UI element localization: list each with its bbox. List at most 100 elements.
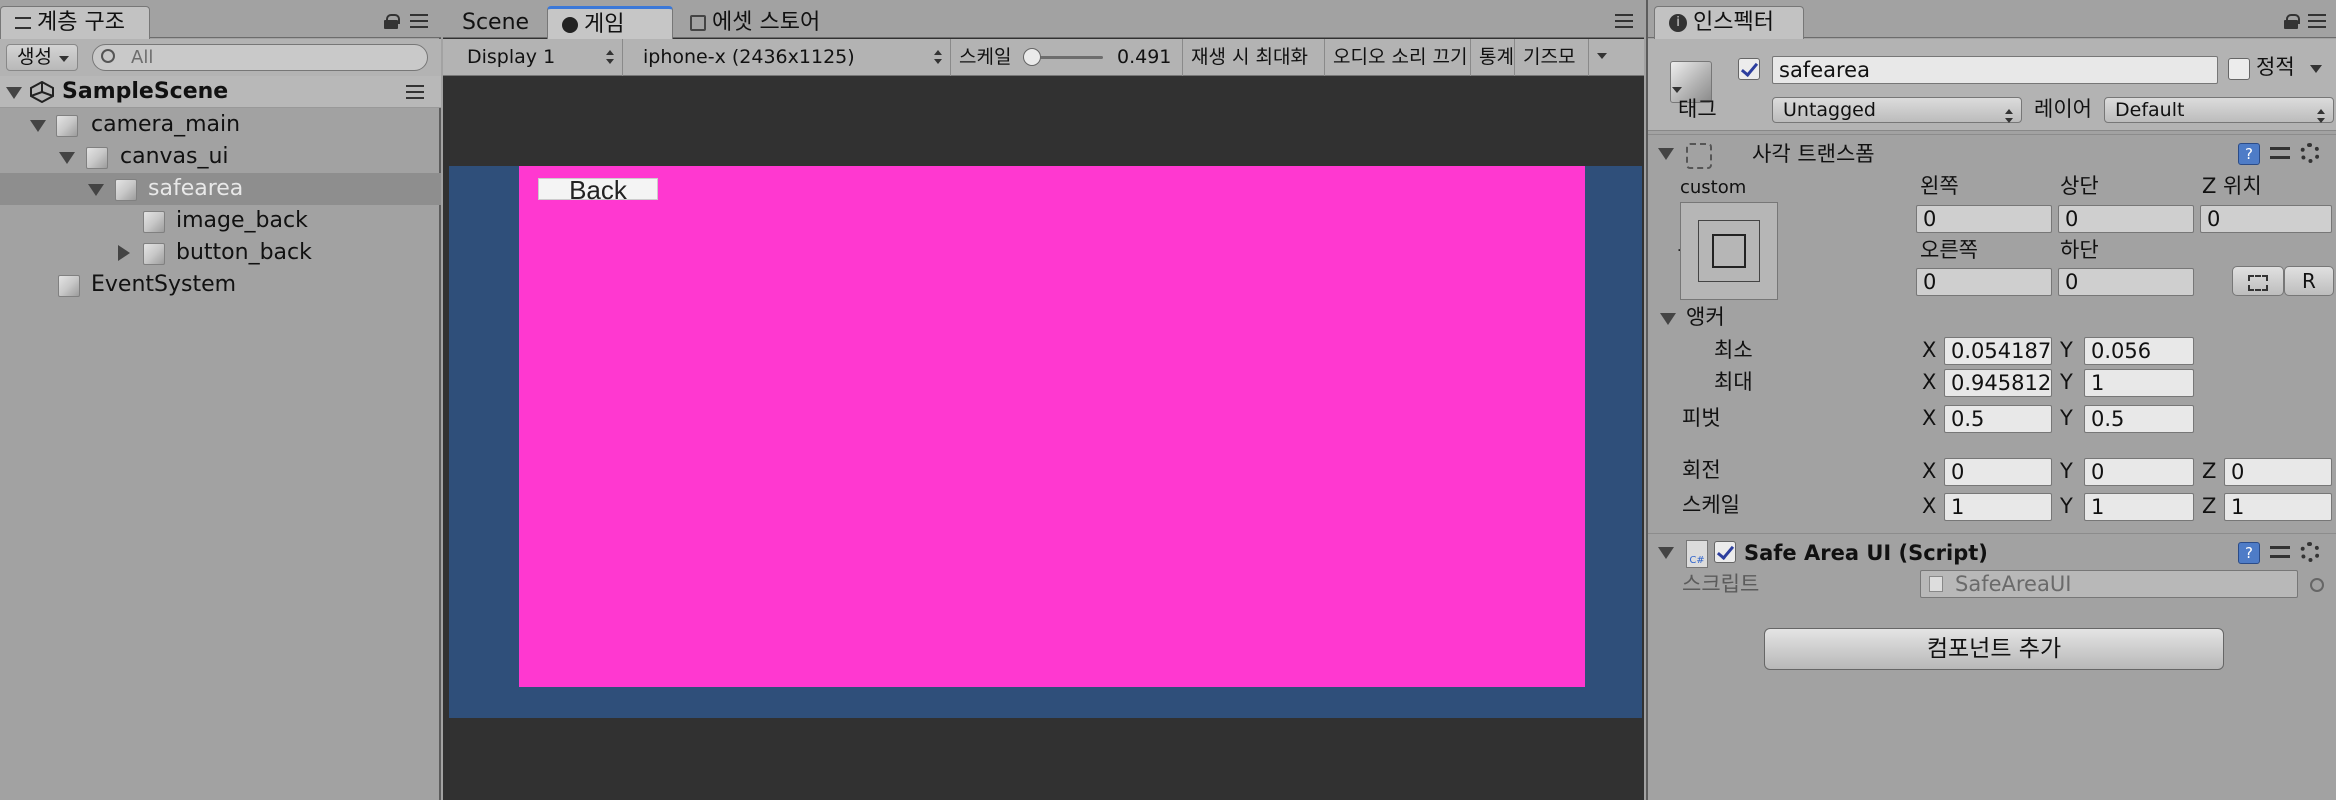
collapse-arrow-icon[interactable]: [1658, 547, 1674, 559]
stats-toggle[interactable]: 통계: [1471, 39, 1515, 76]
blueprint-icon: [2248, 274, 2268, 291]
expand-arrow-icon[interactable]: [59, 152, 75, 164]
anchor-max-x-field[interactable]: 0.945812: [1944, 369, 2052, 397]
mute-audio-toggle[interactable]: 오디오 소리 끄기: [1325, 39, 1471, 76]
scene-row[interactable]: SampleScene: [0, 76, 441, 108]
static-checkbox[interactable]: [2228, 58, 2250, 80]
tag-label: 태그: [1678, 97, 1717, 121]
posz-field[interactable]: 0: [2200, 205, 2332, 233]
maximize-on-play-toggle[interactable]: 재생 시 최대화: [1183, 39, 1325, 76]
toggle-label: 통계: [1479, 46, 1514, 68]
right-field[interactable]: 0: [1916, 268, 2052, 296]
object-name-field[interactable]: safearea: [1772, 56, 2218, 84]
anchor-min-y-field[interactable]: 0.056: [2084, 337, 2194, 365]
panel-menu-icon[interactable]: [410, 14, 428, 28]
lock-icon[interactable]: [2284, 14, 2300, 29]
static-dropdown-arrow-icon[interactable]: [2310, 65, 2322, 79]
help-icon[interactable]: ?: [2238, 143, 2260, 165]
back-button[interactable]: Back: [538, 177, 658, 203]
presets-icon[interactable]: [2270, 143, 2290, 163]
expand-arrow-icon[interactable]: [88, 184, 104, 196]
tab-asset-store[interactable]: 에셋 스토어: [675, 6, 875, 39]
updown-arrow-icon: [934, 50, 942, 64]
blueprint-mode-button[interactable]: [2232, 266, 2284, 296]
anchor-max-y-field[interactable]: 1: [2084, 369, 2194, 397]
pivot-x-field[interactable]: 0.5: [1944, 405, 2052, 433]
anchors-collapse-arrow-icon[interactable]: [1660, 313, 1676, 325]
expand-arrow-icon[interactable]: [6, 87, 22, 99]
game-controller-icon: [562, 17, 578, 33]
top-field[interactable]: 0: [2058, 205, 2194, 233]
anchor-max-label: 최대: [1714, 370, 1753, 394]
anchor-presets-button[interactable]: [1680, 202, 1778, 300]
expand-arrow-icon[interactable]: [30, 120, 46, 132]
resolution-value: iphone-x (2436x1125): [643, 46, 855, 68]
axis-z-label: Z: [2202, 494, 2217, 518]
search-icon: [101, 49, 115, 63]
panel-menu-icon[interactable]: [2308, 14, 2326, 28]
axis-x-label: X: [1922, 406, 1937, 430]
right-label: 오른쪽: [1920, 238, 1978, 262]
raw-edit-button[interactable]: R: [2284, 266, 2334, 296]
active-checkbox[interactable]: [1738, 58, 1760, 80]
gear-icon[interactable]: [2300, 542, 2320, 562]
gameobject-cube-icon: [143, 211, 165, 233]
tab-inspector[interactable]: i 인스펙터: [1654, 6, 1804, 39]
create-label: 생성: [17, 46, 52, 68]
hierarchy-item-canvas-ui[interactable]: canvas_ui: [0, 141, 441, 173]
tab-hierarchy[interactable]: 계층 구조: [0, 6, 150, 39]
lock-icon[interactable]: [384, 14, 400, 29]
hierarchy-item-label: canvas_ui: [120, 144, 229, 169]
rotation-z-field[interactable]: 0: [2224, 458, 2332, 486]
tag-dropdown[interactable]: Untagged: [1772, 97, 2022, 123]
pivot-label: 피벗: [1682, 406, 1721, 430]
rotation-y-field[interactable]: 0: [2084, 458, 2194, 486]
pivot-y-field[interactable]: 0.5: [2084, 405, 2194, 433]
layer-dropdown[interactable]: Default: [2104, 97, 2334, 123]
axis-x-label: X: [1922, 338, 1937, 362]
resolution-dropdown[interactable]: iphone-x (2436x1125): [623, 39, 951, 76]
gear-icon[interactable]: [2300, 143, 2320, 163]
object-picker-icon[interactable]: [2310, 578, 2324, 592]
panel-menu-icon[interactable]: [1615, 14, 1633, 28]
anchor-min-x-field[interactable]: 0.054187: [1944, 337, 2052, 365]
hierarchy-search-input[interactable]: All: [92, 44, 428, 71]
scale-x-field[interactable]: 1: [1944, 493, 2052, 521]
hierarchy-item-safearea[interactable]: safearea: [0, 173, 441, 205]
gizmos-dropdown[interactable]: [1589, 39, 1617, 76]
axis-y-label: Y: [2060, 494, 2073, 518]
collapse-arrow-icon[interactable]: [1658, 148, 1674, 160]
inspector-tab-strip: i 인스펙터: [1648, 0, 2336, 39]
presets-icon[interactable]: [2270, 542, 2290, 562]
gameobject-cube-icon: [56, 115, 78, 137]
hierarchy-item-camera-main[interactable]: camera_main: [0, 109, 441, 141]
create-dropdown-button[interactable]: 생성: [6, 44, 78, 71]
script-component-header[interactable]: C# Safe Area UI (Script) ?: [1648, 533, 2336, 571]
tab-scene[interactable]: Scene: [447, 6, 547, 39]
hierarchy-item-button-back[interactable]: button_back: [0, 237, 441, 269]
display-dropdown[interactable]: Display 1: [443, 39, 623, 76]
add-component-label: 컴포넌트 추가: [1926, 636, 2062, 662]
collapsed-arrow-icon[interactable]: [118, 245, 130, 261]
add-component-button[interactable]: 컴포넌트 추가: [1764, 628, 2224, 670]
tab-game[interactable]: 게임: [547, 6, 673, 39]
hierarchy-tab-strip: 계층 구조: [0, 0, 441, 39]
scale-y-field[interactable]: 1: [2084, 493, 2194, 521]
rotation-x-field[interactable]: 0: [1944, 458, 2052, 486]
info-icon: i: [1669, 14, 1687, 32]
bottom-field[interactable]: 0: [2058, 268, 2194, 296]
hierarchy-item-eventsystem[interactable]: EventSystem: [0, 269, 441, 301]
anchors-label: 앵커: [1686, 305, 1725, 329]
axis-y-label: Y: [2060, 338, 2073, 362]
rect-transform-header[interactable]: 사각 트랜스폼 ?: [1648, 134, 2336, 172]
scene-menu-icon[interactable]: [406, 85, 424, 99]
hierarchy-item-image-back[interactable]: image_back: [0, 205, 441, 237]
hierarchy-item-label: camera_main: [91, 112, 241, 137]
gizmos-toggle[interactable]: 기즈모: [1515, 39, 1589, 76]
script-enabled-checkbox[interactable]: [1714, 541, 1736, 563]
scale-z-field[interactable]: 1: [2224, 493, 2332, 521]
left-field[interactable]: 0: [1916, 205, 2052, 233]
tab-label: 게임: [584, 12, 625, 37]
scale-slider-thumb[interactable]: [1023, 48, 1041, 66]
help-icon[interactable]: ?: [2238, 542, 2260, 564]
